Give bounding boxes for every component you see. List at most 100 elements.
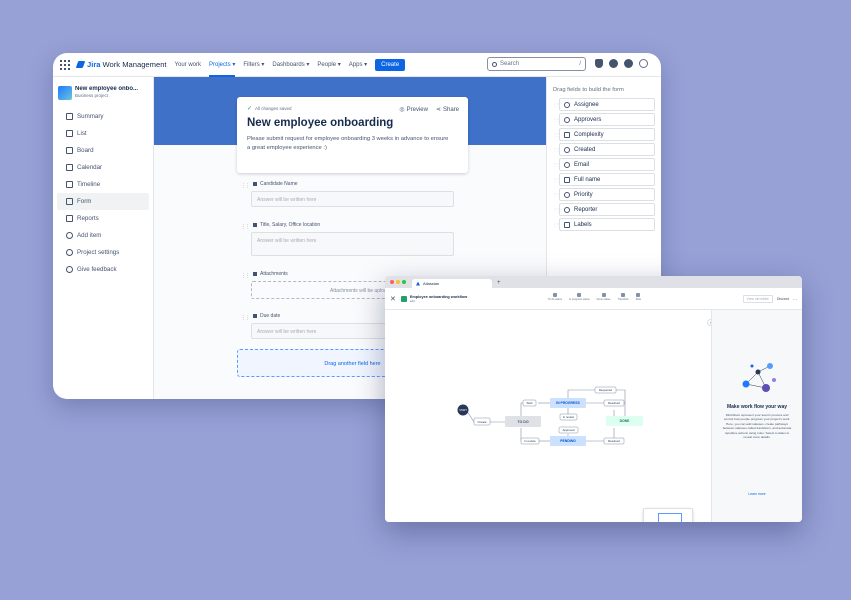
user-icon	[564, 101, 570, 108]
transition-label: In review	[563, 415, 575, 419]
sidebar-item-project-settings[interactable]: Project settings	[57, 244, 149, 261]
tool-inprogress-status[interactable]: In progress status	[569, 293, 590, 301]
help-icon[interactable]	[609, 59, 618, 68]
palette-item-label: Full name	[574, 176, 601, 183]
preview-button[interactable]: ◎ Preview	[399, 106, 428, 114]
project-type: Business project	[75, 93, 109, 98]
transition-label: Approved	[563, 428, 575, 432]
sidebar-item-label: Reports	[77, 215, 99, 222]
sidebar-item-summary[interactable]: Summary	[57, 108, 149, 125]
minimap[interactable]: ⊖ ⊕	[643, 508, 693, 522]
megaphone-icon	[66, 266, 73, 273]
nav-projects[interactable]: Projects ▾	[209, 53, 236, 77]
drag-handle-icon[interactable]: ⋮⋮	[241, 273, 250, 279]
minimap-viewport[interactable]	[658, 513, 682, 522]
tool-transition[interactable]: Transition	[617, 293, 629, 301]
jira-logo-icon	[75, 61, 86, 68]
sidebar-item-add-item[interactable]: Add item	[57, 227, 149, 244]
palette-item-priority[interactable]: Priority	[553, 188, 655, 201]
transition-label: Resolved	[608, 401, 620, 405]
palette-item-reporter[interactable]: Reporter	[553, 203, 655, 216]
view-old-editor-button[interactable]: View old editor	[742, 295, 773, 303]
palette-item-label: Email	[574, 161, 590, 168]
diagram-connectors	[466, 389, 626, 442]
create-button[interactable]: Create	[375, 58, 406, 71]
share-icon: ⋖	[435, 107, 441, 113]
form-field-candidate-name[interactable]: ⋮⋮ Candidate Name Answer will be written…	[237, 181, 468, 207]
learn-more-link[interactable]: Learn more	[712, 492, 802, 496]
palette-item-full-name[interactable]: Full name	[553, 173, 655, 186]
palette-item-approvers[interactable]: Approvers	[553, 113, 655, 126]
check-icon: ✓	[247, 106, 253, 112]
avatar[interactable]	[639, 59, 648, 68]
share-button[interactable]: ⋖ Share	[435, 106, 459, 114]
discard-button[interactable]: Discard	[777, 297, 789, 301]
nav-your-work[interactable]: Your work	[175, 53, 201, 77]
workflow-subtitle[interactable]: edit	[410, 299, 467, 303]
palette-item-labels[interactable]: Labels	[553, 218, 655, 231]
drag-handle-icon[interactable]: ⋮⋮	[241, 315, 250, 321]
sidebar-item-label: Board	[77, 147, 94, 154]
drag-handle-icon[interactable]: ⋮⋮	[241, 183, 250, 189]
workflow-title: Employee onboarding workflow	[409, 294, 468, 299]
connector	[567, 389, 595, 398]
field-answer[interactable]: Answer will be written here	[251, 191, 454, 207]
palette-item-email[interactable]: Email	[553, 158, 655, 171]
field-answer[interactable]: Answer will be written here	[251, 232, 454, 256]
transition-label: Resolved	[608, 439, 620, 443]
form-title[interactable]: New employee onboarding	[247, 117, 458, 129]
palette-item-label: Assignee	[574, 101, 599, 108]
maximize-dot-icon[interactable]	[402, 280, 406, 284]
tool-todo-status[interactable]: To do status	[548, 293, 562, 301]
palette-item-assignee[interactable]: Assignee	[553, 98, 655, 111]
sidebar-item-timeline[interactable]: Timeline	[57, 176, 149, 193]
more-icon[interactable]: ⋯	[793, 297, 797, 302]
tool-rule[interactable]: Rule	[636, 293, 641, 301]
link-icon	[564, 161, 570, 168]
search-input[interactable]: Search /	[487, 57, 586, 71]
product-logo[interactable]: Jira Work Management	[75, 60, 167, 69]
sidebar-item-board[interactable]: Board	[57, 142, 149, 159]
nav-apps[interactable]: Apps ▾	[349, 53, 367, 77]
search-shortcut: /	[579, 61, 581, 67]
palette-item-label: Priority	[574, 191, 593, 198]
sidebar-item-give-feedback[interactable]: Give feedback	[57, 261, 149, 278]
minimize-dot-icon[interactable]	[396, 280, 400, 284]
summary-icon	[66, 113, 73, 120]
sidebar-item-reports[interactable]: Reports	[57, 210, 149, 227]
palette-item-label: Labels	[574, 221, 592, 228]
new-tab-icon[interactable]: +	[497, 279, 501, 288]
tab-title: Atlassian	[423, 281, 440, 286]
browser-tab[interactable]: Atlassian	[412, 279, 492, 288]
workflow-illustration-icon	[742, 363, 776, 392]
workflow-info-panel: Make work flow your way Workflows repres…	[711, 310, 802, 522]
card-actions: ◎ Preview ⋖ Share	[399, 106, 459, 114]
settings-gear-icon[interactable]	[624, 59, 633, 68]
palette-item-created[interactable]: Created	[553, 143, 655, 156]
close-icon[interactable]: ✕	[390, 295, 396, 303]
project-header[interactable]: New employee onbo... Business project	[53, 86, 153, 100]
drag-handle-icon[interactable]: ⋮⋮	[241, 224, 250, 230]
nav-people[interactable]: People ▾	[317, 53, 340, 77]
notifications-icon[interactable]	[595, 59, 603, 68]
status-icon	[577, 293, 582, 297]
info-description: Workflows represent your team's process …	[722, 413, 792, 440]
sidebar-item-form[interactable]: Form	[57, 193, 149, 210]
workflow-header: ✕ Employee onboarding workflow edit To d…	[385, 288, 802, 310]
list-icon	[66, 130, 73, 137]
palette-item-complexity[interactable]: Complexity	[553, 128, 655, 141]
transition-label: Create	[477, 420, 486, 424]
nav-dashboards[interactable]: Dashboards ▾	[272, 53, 309, 77]
search-placeholder: Search	[500, 61, 520, 67]
sidebar-item-label: Project settings	[77, 249, 120, 256]
tool-done-status[interactable]: Done status	[597, 293, 610, 301]
close-dot-icon[interactable]	[390, 280, 394, 284]
form-description[interactable]: Please submit request for employee onboa…	[247, 135, 452, 152]
form-field-title-salary[interactable]: ⋮⋮ Title, Salary, Office location Answer…	[237, 222, 468, 256]
app-switcher-icon[interactable]	[60, 59, 70, 70]
tool-label: In progress status	[569, 298, 590, 301]
sidebar-item-list[interactable]: List	[57, 125, 149, 142]
sidebar-item-calendar[interactable]: Calendar	[57, 159, 149, 176]
nav-filters[interactable]: Filters ▾	[243, 53, 264, 77]
logo-bold: Jira	[87, 60, 101, 69]
